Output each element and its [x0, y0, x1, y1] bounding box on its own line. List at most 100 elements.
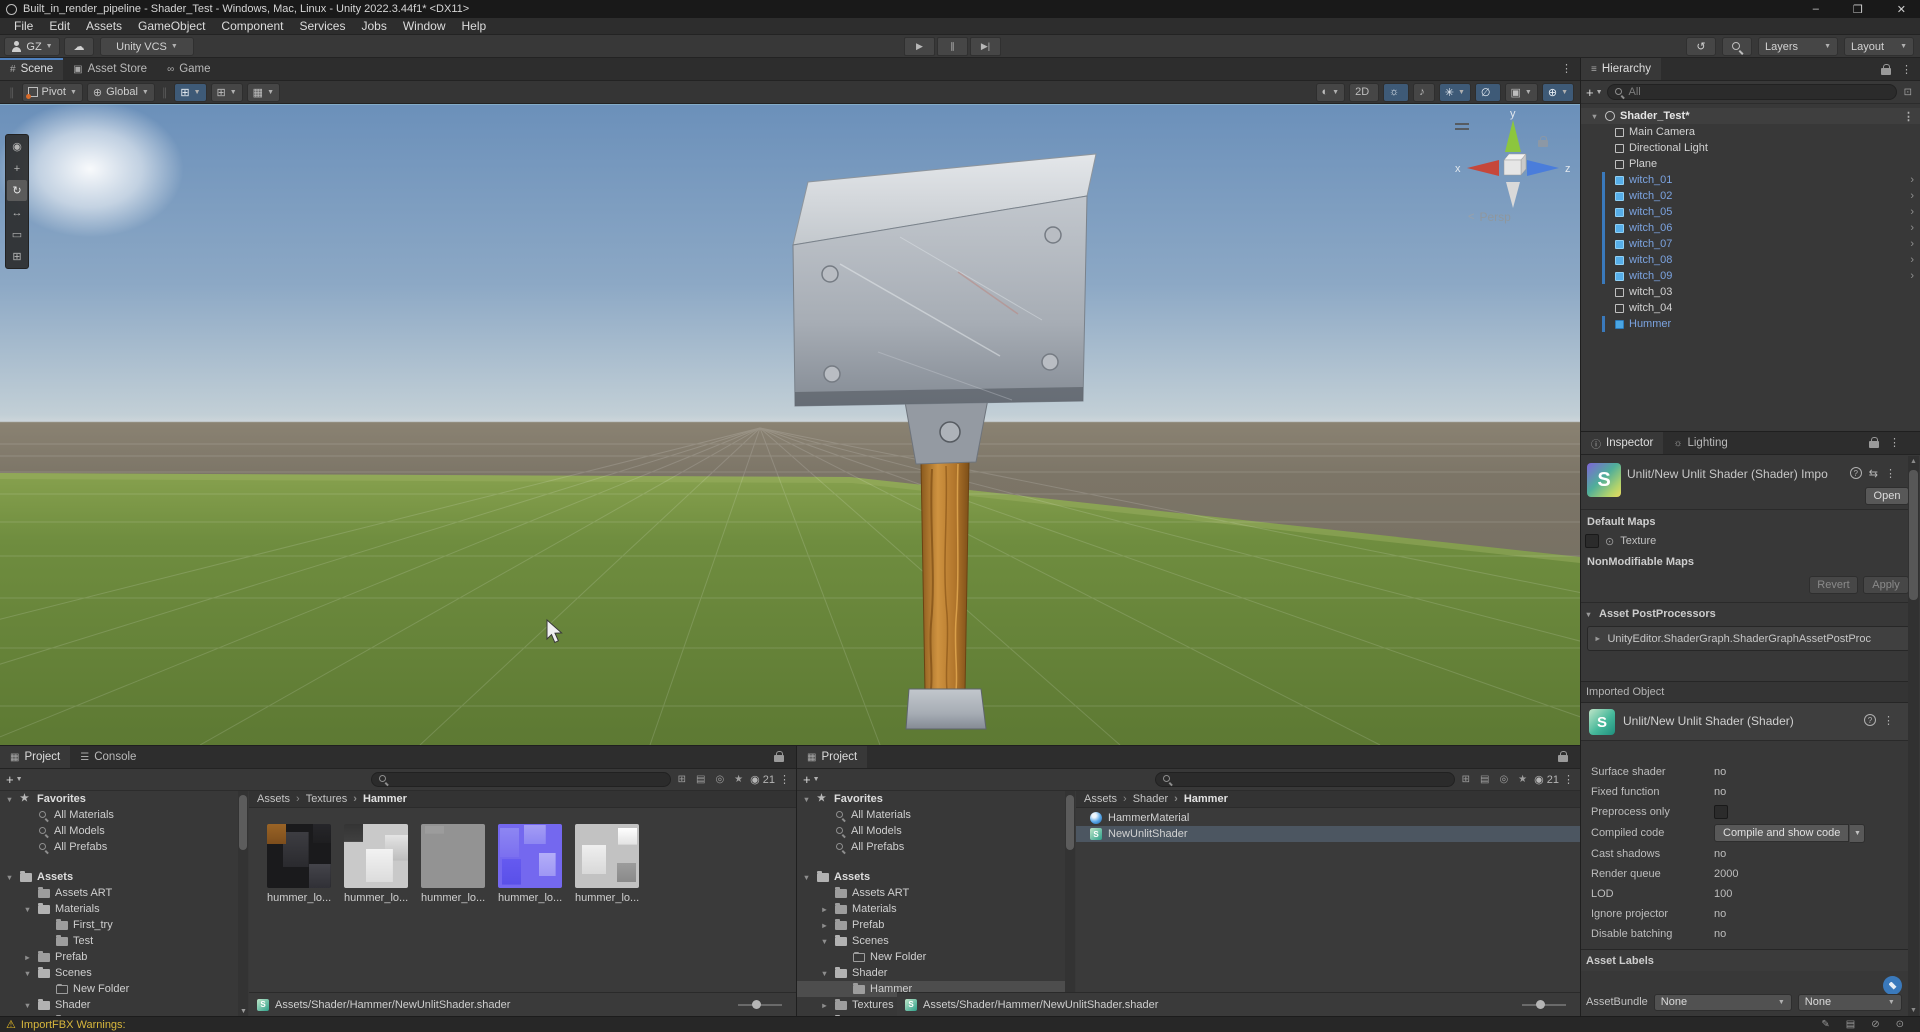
kebab-icon[interactable]: ⋮ — [1561, 62, 1572, 75]
global-search-button[interactable] — [1722, 37, 1752, 56]
tree-item[interactable]: All Models — [797, 823, 1065, 839]
menu-item[interactable]: Jobs — [353, 19, 394, 33]
layers-dropdown[interactable]: Layers ▼ — [1758, 37, 1838, 56]
hierarchy-item[interactable]: witch_01 › — [1581, 172, 1920, 188]
tool-handle-pivot-dropdown[interactable]: Pivot ▼ — [21, 82, 83, 102]
foldout-closed-icon[interactable]: ► — [1594, 634, 1601, 643]
packages-icon[interactable]: ▤ — [1477, 774, 1492, 785]
view-tab[interactable]: # Scene — [0, 58, 64, 80]
menu-item[interactable]: Component — [213, 19, 291, 33]
kebab-icon[interactable]: ⋮ — [1883, 714, 1894, 727]
project-content-area[interactable]: AssetsTexturesHammer hummer_lo... hummer… — [249, 791, 796, 992]
tree-item[interactable]: All Prefabs — [797, 839, 1065, 855]
property-value[interactable]: no — [1714, 848, 1726, 860]
lock-icon[interactable] — [1558, 751, 1568, 762]
tree-item[interactable]: New Folder — [0, 981, 238, 997]
snap-button[interactable]: ⊞ ▼ — [174, 82, 207, 102]
asset-thumbnail[interactable]: hummer_lo... — [575, 824, 639, 904]
tree-item[interactable]: Test — [0, 933, 238, 949]
inspector-tab[interactable]: ⓘ Inspector — [1581, 432, 1664, 454]
scene-tool-button[interactable]: ⊞ — [7, 246, 27, 267]
hierarchy-item[interactable]: Directional Light › — [1581, 140, 1920, 156]
hierarchy-search-input[interactable]: All — [1606, 84, 1897, 100]
tree-item[interactable]: Assets ART — [0, 885, 238, 901]
thumbnail-size-slider[interactable] — [1522, 999, 1566, 1009]
hierarchy-item[interactable]: Main Camera › — [1581, 124, 1920, 140]
tree-scrollbar[interactable]: ▼ — [238, 791, 248, 1016]
hierarchy-item[interactable]: witch_07 › — [1581, 236, 1920, 252]
chevron-down-icon[interactable]: ▼ — [1849, 823, 1866, 843]
tree-item[interactable]: Favorites — [0, 791, 238, 807]
menu-item[interactable]: Assets — [78, 19, 130, 33]
breadcrumb-item[interactable]: Assets — [257, 793, 290, 805]
window-control-button[interactable]: ✕ — [1897, 3, 1906, 16]
menu-item[interactable]: Help — [454, 19, 495, 33]
filter-type-icon[interactable]: ◎ — [712, 774, 727, 785]
scene-view-button[interactable]: ⊕ ▼ — [1541, 82, 1574, 102]
play-control-button[interactable]: ∥ — [937, 37, 968, 56]
menu-item[interactable]: Edit — [41, 19, 78, 33]
menu-item[interactable]: GameObject — [130, 19, 213, 33]
undo-history-button[interactable]: ↺ — [1686, 37, 1716, 56]
lock-icon[interactable] — [1869, 437, 1879, 448]
foldout-icon[interactable] — [4, 873, 15, 882]
tree-item[interactable]: Prefab — [797, 917, 1065, 933]
thumbnail-size-slider[interactable] — [738, 999, 782, 1009]
favorite-filter-icon[interactable]: ★ — [731, 774, 746, 785]
kebab-icon[interactable]: ⋮ — [1563, 773, 1574, 786]
foldout-icon[interactable] — [801, 795, 812, 804]
project-search-input[interactable] — [1154, 772, 1455, 787]
property-value[interactable]: no — [1714, 928, 1726, 940]
kebab-icon[interactable]: ⋮ — [1901, 63, 1912, 76]
status-icon[interactable]: ⊙ — [1896, 1019, 1904, 1030]
tree-item[interactable]: New Folder — [797, 949, 1065, 965]
foldout-icon[interactable] — [4, 795, 15, 804]
expand-arrow-icon[interactable]: › — [1910, 174, 1914, 186]
snap-button[interactable]: ▦ ▼ — [246, 82, 281, 102]
scene-view-button[interactable]: ∅ — [1474, 82, 1501, 102]
property-value[interactable]: no — [1714, 908, 1726, 920]
hierarchy-item[interactable]: Hummer › — [1581, 316, 1920, 332]
asset-thumbnail[interactable]: hummer_lo... — [498, 824, 562, 904]
window-pop-icon[interactable]: ⊡ — [1901, 87, 1915, 98]
lock-icon[interactable] — [1881, 64, 1891, 75]
menu-item[interactable]: Window — [395, 19, 454, 33]
scene-view-button[interactable]: ▣ ▼ — [1504, 82, 1538, 102]
create-asset-button[interactable]: + ▼ — [6, 772, 23, 787]
kebab-icon[interactable]: ⋮ — [1889, 436, 1900, 449]
orientation-gizmo[interactable]: y x z — [1449, 106, 1577, 216]
status-icon[interactable]: ✎ — [1821, 1019, 1829, 1030]
view-tab[interactable]: ∞ Game — [157, 58, 221, 80]
foldout-icon[interactable] — [22, 1001, 33, 1010]
hierarchy-item[interactable]: witch_02 › — [1581, 188, 1920, 204]
scene-view-button[interactable]: ☼ — [1383, 82, 1410, 102]
tree-item[interactable]: All Materials — [0, 807, 238, 823]
tree-item[interactable]: Prefab — [0, 949, 238, 965]
snap-button[interactable]: ⊞ ▼ — [210, 82, 243, 102]
tree-item[interactable]: Shader — [0, 997, 238, 1013]
expand-arrow-icon[interactable]: › — [1910, 206, 1914, 218]
project-search-input[interactable] — [370, 772, 671, 787]
inspector-scrollbar[interactable]: ▲ ▼ — [1908, 456, 1919, 1016]
tree-item[interactable]: First_try — [0, 917, 238, 933]
presets-icon[interactable]: ⇆ — [1869, 467, 1878, 480]
scene-view-button[interactable]: 2D — [1349, 82, 1380, 102]
panel-tab[interactable]: ▦ Project — [797, 746, 868, 768]
hierarchy-item[interactable]: witch_05 › — [1581, 204, 1920, 220]
tree-item[interactable]: Scenes — [797, 933, 1065, 949]
breadcrumb-item[interactable]: Assets — [1084, 793, 1117, 805]
hierarchy-item[interactable]: Plane › — [1581, 156, 1920, 172]
asset-row[interactable]: NewUnlitShader — [1076, 826, 1580, 842]
breadcrumb-item[interactable]: Hammer — [347, 793, 407, 805]
scene-tool-button[interactable]: ◉ — [7, 136, 27, 157]
expand-arrow-icon[interactable]: › — [1910, 190, 1914, 202]
breadcrumb-item[interactable]: Shader — [1117, 793, 1168, 805]
expand-arrow-icon[interactable]: › — [1910, 270, 1914, 282]
import-warning[interactable]: ⚠ ImportFBX Warnings: — [6, 1018, 126, 1032]
revert-button[interactable]: Revert — [1809, 576, 1858, 594]
inspector-tab[interactable]: ☼ Lighting — [1663, 432, 1738, 454]
property-value[interactable]: 100 — [1714, 888, 1732, 900]
expand-arrow-icon[interactable]: › — [1910, 254, 1914, 266]
tab-hierarchy[interactable]: ≡ Hierarchy — [1581, 58, 1662, 80]
help-icon[interactable]: ? — [1849, 467, 1862, 479]
